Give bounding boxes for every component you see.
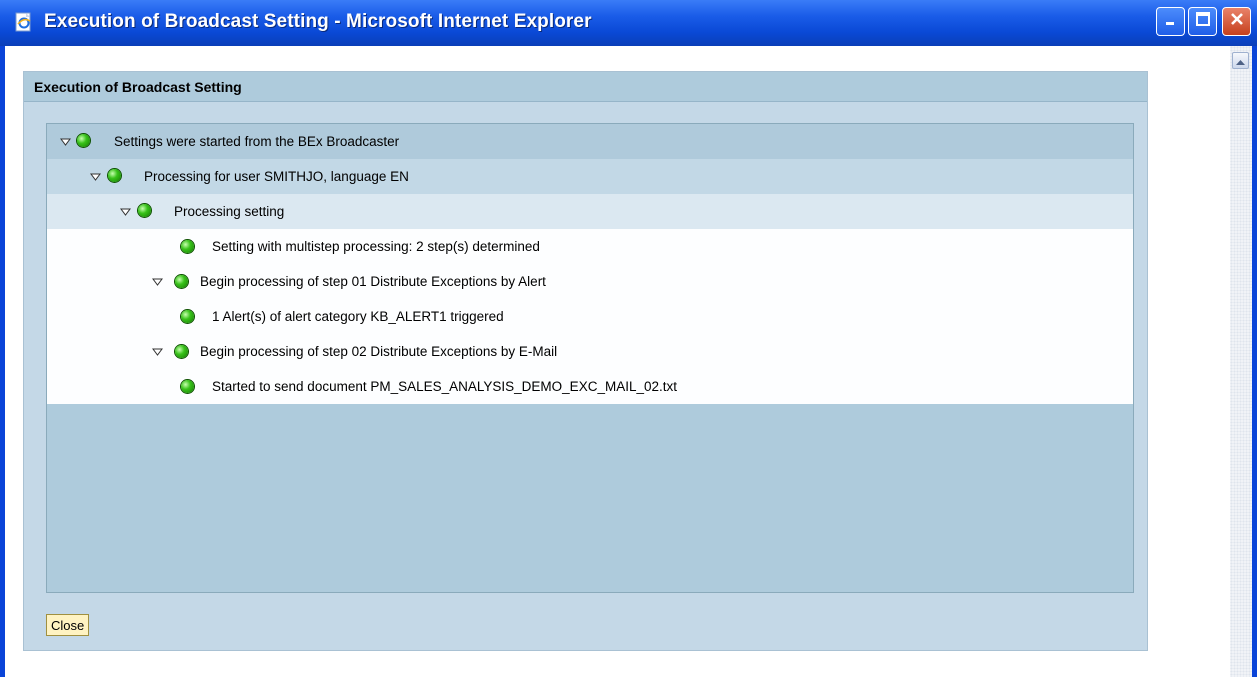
close-icon [1229, 11, 1245, 32]
log-tree: Settings were started from the BEx Broad… [46, 123, 1134, 593]
minimize-button[interactable] [1156, 7, 1185, 36]
tree-node-label: Begin processing of step 01 Distribute E… [200, 274, 546, 289]
tree-node-label: Started to send document PM_SALES_ANALYS… [212, 379, 677, 394]
browser-window: Execution of Broadcast Setting - Microso… [0, 0, 1257, 677]
status-green-icon [175, 275, 188, 288]
tree-node[interactable]: Begin processing of step 02 Distribute E… [47, 334, 1133, 369]
vertical-scrollbar[interactable] [1230, 46, 1252, 677]
status-green-icon [77, 134, 90, 147]
tree-node[interactable]: Setting with multistep processing: 2 ste… [47, 229, 1133, 264]
expanded-triangle-icon[interactable] [59, 136, 71, 148]
tree-node-label: Begin processing of step 02 Distribute E… [200, 344, 558, 359]
maximize-icon [1195, 11, 1211, 32]
arrow-up-icon [1236, 52, 1245, 70]
tree-node-label: Processing setting [174, 204, 285, 219]
internet-explorer-icon [13, 11, 35, 33]
tree-node[interactable]: Begin processing of step 01 Distribute E… [47, 264, 1133, 299]
panel-header: Execution of Broadcast Setting [24, 72, 1147, 102]
tree-node[interactable]: 1 Alert(s) of alert category KB_ALERT1 t… [47, 299, 1133, 334]
expanded-triangle-icon[interactable] [151, 276, 163, 288]
scroll-up-button[interactable] [1232, 52, 1249, 69]
tree-node-label: Settings were started from the BEx Broad… [114, 134, 400, 149]
tree-node-label: Setting with multistep processing: 2 ste… [212, 239, 540, 254]
tree-node[interactable]: Processing setting [47, 194, 1133, 229]
status-green-icon [181, 240, 194, 253]
status-green-icon [108, 169, 121, 182]
tree-node[interactable]: Settings were started from the BEx Broad… [47, 124, 1133, 159]
expanded-triangle-icon[interactable] [119, 206, 131, 218]
minimize-icon [1164, 12, 1178, 31]
expanded-triangle-icon[interactable] [151, 346, 163, 358]
tree-node[interactable]: Processing for user SMITHJO, language EN [47, 159, 1133, 194]
panel-title: Execution of Broadcast Setting [34, 79, 242, 95]
status-green-icon [181, 310, 194, 323]
tree-node[interactable]: Started to send document PM_SALES_ANALYS… [47, 369, 1133, 404]
tree-node-label: 1 Alert(s) of alert category KB_ALERT1 t… [212, 309, 504, 324]
status-green-icon [175, 345, 188, 358]
expanded-triangle-icon[interactable] [89, 171, 101, 183]
maximize-button[interactable] [1188, 7, 1217, 36]
status-green-icon [181, 380, 194, 393]
page-content: Execution of Broadcast Setting Settings … [5, 46, 1252, 677]
tree-node-label: Processing for user SMITHJO, language EN [144, 169, 409, 184]
window-title: Execution of Broadcast Setting - Microso… [44, 11, 592, 32]
close-window-button[interactable] [1222, 7, 1251, 36]
status-green-icon [138, 204, 151, 217]
broadcast-execution-panel: Execution of Broadcast Setting Settings … [23, 71, 1148, 651]
title-bar[interactable]: Execution of Broadcast Setting - Microso… [0, 0, 1257, 46]
close-button[interactable]: Close [46, 614, 90, 636]
